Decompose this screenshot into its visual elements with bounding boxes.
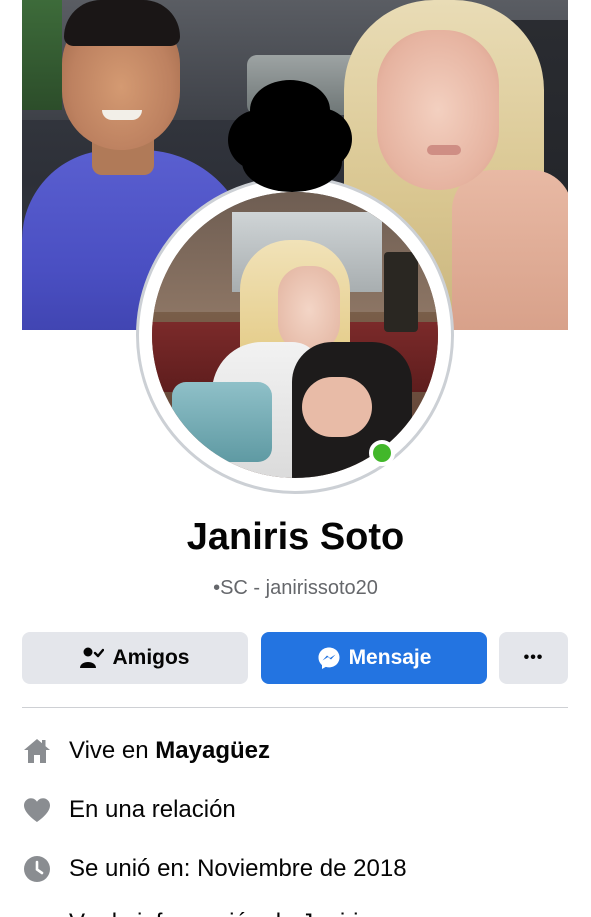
- profile-page: Janiris Soto •SC - janirissoto20 Amigos …: [0, 0, 591, 917]
- cover-photo-person-left-hair: [64, 0, 180, 46]
- intro-row-joined-text: Se unió en: Noviembre de 2018: [69, 855, 407, 882]
- heart-icon: [22, 795, 52, 825]
- more-options-icon: •••: [523, 649, 544, 666]
- cover-photo-person-right-lips: [427, 145, 461, 155]
- section-divider: [22, 707, 568, 708]
- intro-row-lives-in: Vive en Mayagüez: [22, 731, 270, 771]
- cover-photo-person-right-face: [377, 30, 499, 190]
- intro-row-relationship: En una relación: [22, 790, 236, 830]
- profile-picture-face: [278, 266, 340, 354]
- intro-row-lives-in-value[interactable]: Mayagüez: [155, 737, 270, 765]
- cover-photo-person-left-smile: [102, 110, 142, 120]
- redaction-mark: [228, 80, 352, 192]
- profile-name: Janiris Soto: [186, 516, 405, 558]
- messenger-icon: [317, 646, 341, 670]
- profile-picture[interactable]: [152, 192, 438, 478]
- intro-row-relationship-text: En una relación: [69, 796, 236, 823]
- more-options-button[interactable]: •••: [499, 632, 568, 684]
- profile-subtitle: •SC - janirissoto20: [213, 577, 378, 599]
- friends-button[interactable]: Amigos: [22, 632, 248, 684]
- clock-icon: [22, 854, 52, 884]
- home-icon: [22, 736, 52, 766]
- profile-picture-bag: [172, 382, 272, 462]
- more-info-icon: [22, 908, 52, 917]
- message-button[interactable]: Mensaje: [261, 632, 487, 684]
- friends-button-label: Amigos: [112, 646, 190, 669]
- friend-check-icon: [80, 647, 105, 669]
- intro-row-more-info-text: Ver la información de Janiris: [69, 909, 370, 917]
- intro-row-lives-in-prefix: Vive en: [69, 737, 156, 764]
- cover-photo-foliage: [22, 0, 62, 110]
- profile-picture-arm: [302, 377, 372, 437]
- online-status-indicator: [369, 440, 395, 466]
- message-button-label: Mensaje: [348, 646, 432, 669]
- cover-photo-person-right-shoulder: [452, 170, 568, 330]
- profile-picture-sign: [384, 252, 418, 332]
- intro-row-joined: Se unió en: Noviembre de 2018: [22, 849, 407, 889]
- intro-row-more-info[interactable]: Ver la información de Janiris: [22, 903, 370, 917]
